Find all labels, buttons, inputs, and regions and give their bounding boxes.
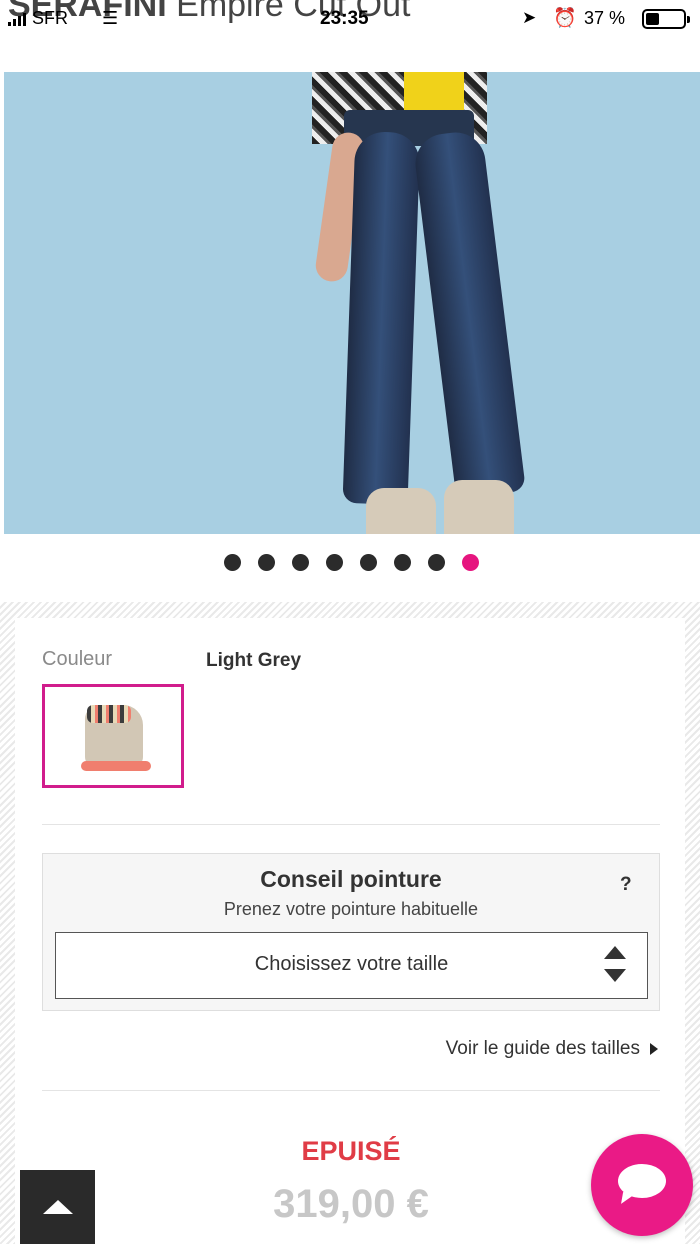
stock-status: EPUISÉ [301,1136,401,1166]
size-advice-subtitle: Prenez votre pointure habituelle [223,899,479,919]
help-icon[interactable]: ? [620,874,632,896]
color-label: Couleur [42,648,113,670]
carousel-dot[interactable] [428,554,445,571]
chevron-right-icon [650,1043,658,1055]
size-select-label[interactable]: Choisissez votre taille [55,953,648,976]
status-time: 23:35 [320,8,369,29]
scroll-to-top-button[interactable] [20,1170,95,1244]
chat-bubble-icon [618,1164,666,1198]
divider [42,824,660,825]
chat-button[interactable] [591,1134,693,1236]
arrow-up-icon [43,1200,73,1214]
battery-icon [642,9,690,29]
battery-level [646,13,659,25]
color-swatch-selected[interactable] [42,684,184,788]
product-price: 319,00 € [273,1182,429,1226]
right-leg-graphic [412,129,526,499]
carousel-dot[interactable] [258,554,275,571]
wifi-icon: ☰ [102,8,119,28]
size-advice-title: Conseil pointure [260,866,442,892]
carousel-dot[interactable] [360,554,377,571]
location-arrow-icon: ➤ [522,8,537,27]
product-name: Empire Cut Out [176,0,411,24]
alarm-icon: ⏰ [553,8,577,29]
divider [42,1090,660,1091]
size-guide-link[interactable]: Voir le guide des tailles [300,1038,640,1060]
carousel-dot[interactable] [224,554,241,571]
shirt-graphic [404,72,464,112]
carousel-dot[interactable] [394,554,411,571]
carousel-dot[interactable] [326,554,343,571]
carousel-dots [224,554,479,571]
right-shoe-graphic [444,480,514,534]
left-shoe-graphic [366,488,436,534]
shoe-thumbnail-icon [81,705,151,771]
product-image[interactable] [4,72,700,534]
carousel-dot[interactable] [462,554,479,571]
color-value: Light Grey [206,650,302,671]
carrier-label: SFR [32,8,68,28]
signal-icon [8,12,26,26]
battery-percentage: 37 % [584,8,626,28]
left-leg-graphic [342,130,421,506]
select-arrows-icon [604,946,626,982]
carousel-dot[interactable] [292,554,309,571]
status-bar: SERAFINI Empire Cut Out SFR ☰ 23:35 ➤ ⏰ … [0,0,700,40]
